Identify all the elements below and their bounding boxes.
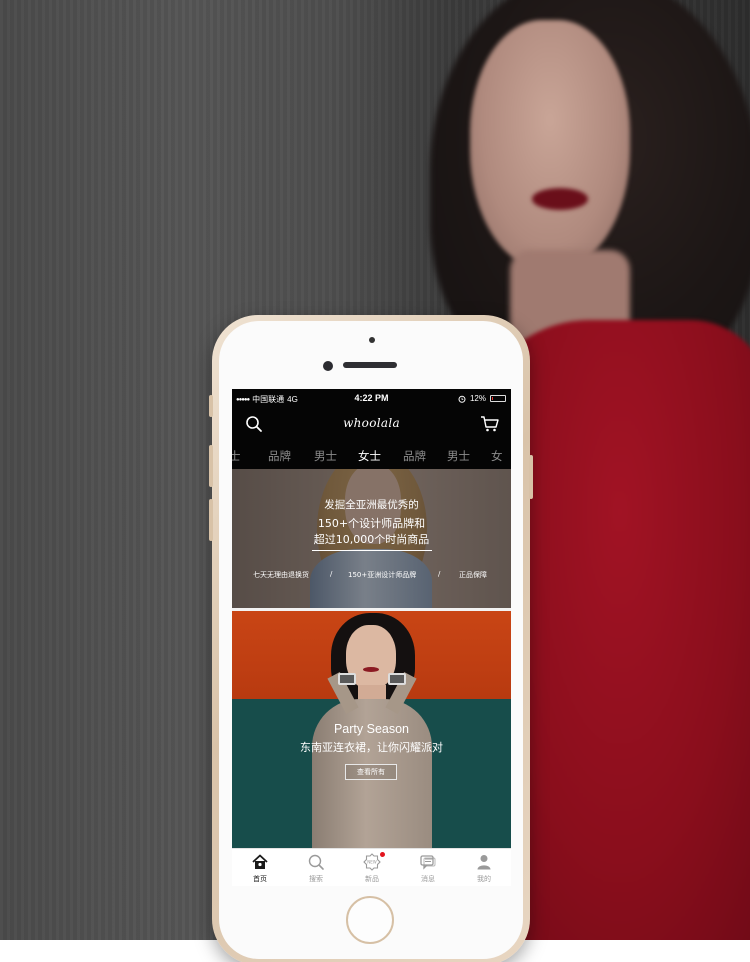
volume-down-button: [209, 499, 213, 541]
dress-buckle-right: [388, 673, 406, 685]
banner-model-lips: [363, 667, 379, 672]
category-tabs: 士 品牌 男士 女士 品牌 男士 女: [232, 442, 511, 469]
tab-brands[interactable]: 品牌: [268, 448, 291, 464]
nav-label-search: 搜索: [309, 875, 323, 883]
nav-label-home: 首页: [253, 875, 267, 883]
model-face: [470, 20, 630, 270]
banner-line-1: 发掘全亚洲最优秀的: [324, 499, 419, 511]
nav-label-messages: 消息: [421, 875, 435, 883]
new-badge-dot: [380, 852, 385, 857]
dress-buckle-left: [338, 673, 356, 685]
power-button: [529, 455, 533, 499]
nav-item-messages[interactable]: 消息: [400, 849, 456, 886]
bottom-nav: 首页 搜索 NEW 新品 消息 我的: [232, 848, 511, 886]
feature-designers: 150+亚洲设计师品牌: [348, 571, 417, 579]
mute-switch: [209, 395, 213, 417]
feature-returns: 七天无理由退换货: [253, 571, 309, 579]
tab-mens-2[interactable]: 男士: [447, 448, 470, 464]
tab-mens[interactable]: 男士: [314, 448, 337, 464]
battery-percent: 12%: [469, 394, 486, 403]
profile-icon: [477, 855, 491, 870]
search-icon: [308, 854, 324, 870]
feature-separator: /: [330, 570, 333, 578]
volume-up-button: [209, 445, 213, 487]
tab-brands-2[interactable]: 品牌: [403, 448, 426, 464]
banner-underline: [312, 550, 432, 551]
alarm-icon: [458, 395, 466, 403]
message-icon: [420, 855, 436, 870]
brand-promo-banner[interactable]: 发掘全亚洲最优秀的 150+个设计师品牌和 超过10,000个时尚商品 七天无理…: [232, 469, 511, 608]
app-screen: ●●●●● 中国联通 4G 4:22 PM 12% whoolala 士 品牌 …: [232, 389, 511, 886]
banner-title: Party Season: [333, 722, 410, 736]
banner-line-3: 超过10,000个时尚商品: [313, 533, 430, 546]
front-camera: [323, 361, 333, 371]
status-bar: ●●●●● 中国联通 4G 4:22 PM 12%: [232, 389, 511, 408]
tab-womens[interactable]: 女士: [358, 448, 381, 464]
proximity-sensor: [369, 337, 375, 343]
svg-text:NEW: NEW: [367, 860, 377, 865]
nav-item-new[interactable]: NEW 新品: [344, 849, 400, 886]
app-header: whoolala: [232, 408, 511, 442]
nav-label-new: 新品: [365, 875, 379, 883]
home-icon: [252, 854, 268, 869]
nav-label-profile: 我的: [477, 875, 491, 883]
cart-icon[interactable]: [480, 415, 500, 433]
feature-authentic: 正品保障: [459, 571, 487, 579]
earpiece-speaker: [343, 362, 397, 368]
view-all-button[interactable]: 查看所有: [345, 764, 397, 780]
app-logo: whoolala: [343, 416, 400, 430]
tab-womens-partial[interactable]: 士: [232, 448, 241, 464]
banner-subtitle: 东南亚连衣裙，让你闪耀派对: [300, 741, 443, 754]
battery-icon: [490, 395, 506, 402]
feature-separator: /: [438, 570, 441, 578]
banner-line-2: 150+个设计师品牌和: [317, 517, 426, 530]
new-icon: NEW: [363, 853, 381, 871]
nav-item-profile[interactable]: 我的: [456, 849, 511, 886]
model-lips: [532, 188, 588, 210]
nav-item-home[interactable]: 首页: [232, 849, 288, 886]
home-button: [346, 896, 394, 944]
party-season-banner[interactable]: Party Season 东南亚连衣裙，让你闪耀派对 查看所有: [232, 611, 511, 848]
nav-item-search[interactable]: 搜索: [288, 849, 344, 886]
tab-womens-partial-2[interactable]: 女: [491, 448, 503, 464]
